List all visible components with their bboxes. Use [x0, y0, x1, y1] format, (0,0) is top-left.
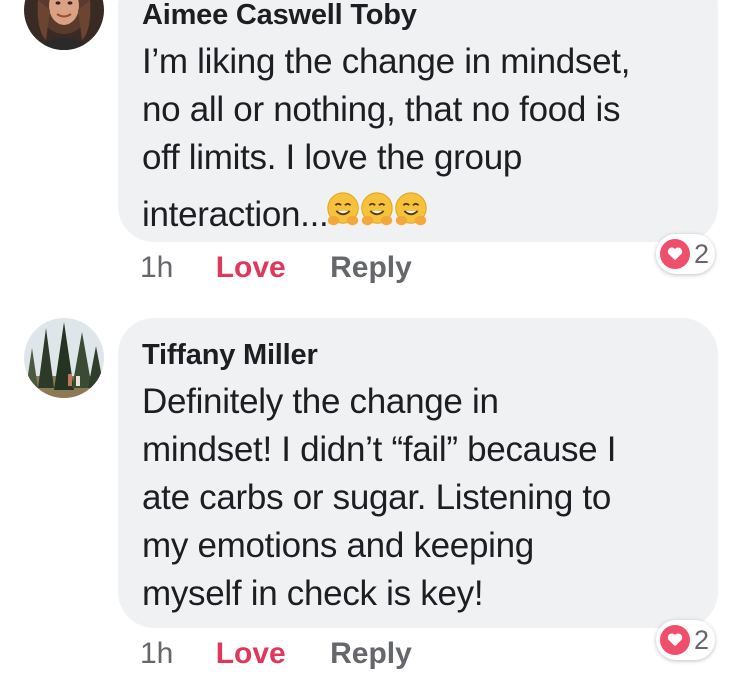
- comment-text: Definitely the change in mindset! I didn…: [142, 378, 694, 618]
- reaction-summary[interactable]: 2: [656, 620, 716, 660]
- timestamp[interactable]: 1h: [140, 634, 173, 674]
- emoji-row: [327, 190, 430, 230]
- comment-line: mindset! I didn’t “fail” because I: [142, 430, 617, 469]
- reaction-count: 2: [694, 239, 710, 269]
- avatar[interactable]: [24, 318, 104, 398]
- love-button[interactable]: Love: [216, 248, 286, 288]
- comment-line: Definitely the change in: [142, 382, 499, 421]
- reply-button[interactable]: Reply: [330, 634, 412, 674]
- timestamp[interactable]: 1h: [140, 248, 173, 288]
- comment-bubble[interactable]: Aimee Caswell Toby I’m liking the change…: [118, 0, 718, 242]
- heart-icon: [660, 239, 690, 269]
- avatar-photo-woman-icon: [24, 0, 104, 50]
- comment-line: off limits. I love the group: [142, 138, 523, 177]
- comment-bubble[interactable]: Tiffany Miller Definitely the change in …: [118, 318, 718, 628]
- avatar[interactable]: [24, 0, 104, 50]
- comment-line: myself in check is key!: [142, 574, 484, 613]
- comment-line: ate carbs or sugar. Listening to: [142, 478, 612, 517]
- comment-actions: 1h Love Reply: [140, 248, 412, 288]
- author-name[interactable]: Tiffany Miller: [142, 338, 694, 372]
- author-name[interactable]: Aimee Caswell Toby: [142, 0, 694, 32]
- love-button[interactable]: Love: [216, 634, 286, 674]
- reply-button[interactable]: Reply: [330, 248, 412, 288]
- reaction-count: 2: [694, 625, 710, 655]
- heart-icon: [660, 625, 690, 655]
- comment-line: no all or nothing, that no food is: [142, 90, 621, 129]
- avatar-photo-forest-icon: [24, 318, 104, 398]
- comment-actions: 1h Love Reply: [140, 634, 412, 674]
- comment-line-with-emoji: interaction...: [142, 190, 694, 239]
- hugging-face-emoji-icon: [324, 190, 362, 230]
- comment-line: my emotions and keeping: [142, 526, 534, 565]
- comment-line: interaction...: [142, 195, 329, 234]
- hugging-face-emoji-icon: [392, 190, 430, 230]
- hugging-face-emoji-icon: [358, 190, 396, 230]
- comment-text: I’m liking the change in mindset, no all…: [142, 38, 694, 239]
- reaction-summary[interactable]: 2: [656, 234, 716, 274]
- comment-line: I’m liking the change in mindset,: [142, 42, 631, 81]
